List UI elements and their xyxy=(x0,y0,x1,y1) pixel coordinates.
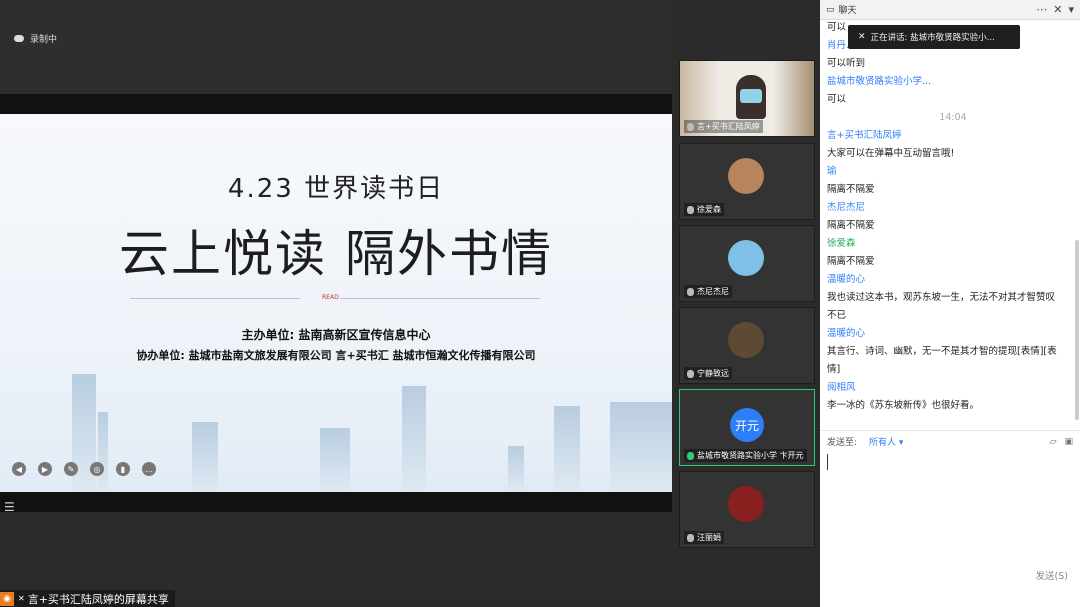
share-label-text: 言+买书汇陆凤婷的屏幕共享 xyxy=(27,592,169,606)
chevron-down-icon[interactable]: ▾ xyxy=(1068,3,1074,16)
mask-icon xyxy=(740,89,762,103)
camera-icon[interactable]: ▮ xyxy=(116,462,130,476)
divider-right xyxy=(340,298,540,299)
chat-message-text: 隔离不隔爱 xyxy=(827,220,875,231)
participant-name: 徐爱森 xyxy=(684,203,724,216)
recording-indicator[interactable]: 录制中 xyxy=(14,32,57,45)
text-caret xyxy=(827,454,828,470)
divider-left xyxy=(130,298,300,299)
chat-message-text: 隔离不隔爱 xyxy=(827,256,875,267)
recording-label: 录制中 xyxy=(30,35,58,45)
chat-message-text: 李一冰的《苏东坡新传》也很好看。 xyxy=(827,400,980,411)
chat-message-text: 其言行、诗词、幽默，无一不是其才智的提现[表情][表 xyxy=(827,346,1057,357)
chat-sender[interactable]: 温暖的心 xyxy=(827,271,1079,289)
participant-tile[interactable]: 杰尼杰尼 xyxy=(679,225,815,302)
chat-header: ▭ 聊天 ⋯ ✕ ▾ xyxy=(820,0,1080,20)
list-icon[interactable]: ☰ xyxy=(4,500,22,516)
letterbox-bottom xyxy=(0,492,672,512)
mic-icon: ✕ xyxy=(858,32,866,42)
screen-share-label: ◉ ✕ 言+买书汇陆凤婷的屏幕共享 xyxy=(0,590,175,607)
slide-title: 云上悦读 隔外书情 xyxy=(119,225,553,283)
slide-date: 4.23 世界读书日 xyxy=(227,174,445,204)
send-to-bar: 发送至: 所有人 ▾ ▱ ▣ xyxy=(820,430,1080,452)
shared-slide: 4.23 世界读书日 云上悦读 隔外书情 READ 主办单位: 盐南高新区宣传信… xyxy=(0,114,672,492)
send-to-label: 发送至: xyxy=(827,438,858,448)
chat-message-text: 可以 xyxy=(827,94,847,105)
more-icon[interactable]: ⋯ xyxy=(1036,3,1047,16)
letterbox-top xyxy=(0,94,672,114)
folder-icon[interactable]: ▱ xyxy=(1050,437,1057,447)
slide-host: 主办单位: 盐南高新区宣传信息中心 xyxy=(241,328,431,342)
close-icon[interactable]: ✕ xyxy=(1053,3,1062,16)
screenshot-icon[interactable]: ▣ xyxy=(1064,437,1073,447)
user-icon: ◉ xyxy=(0,591,14,606)
chat-sender[interactable]: 阅相风 xyxy=(827,379,1079,397)
mic-icon xyxy=(687,287,694,296)
chat-input[interactable]: 发送(S) xyxy=(820,452,1080,586)
chat-sender[interactable]: 温暖的心 xyxy=(827,325,1079,343)
participant-tile[interactable]: 汪丽娟 xyxy=(679,471,815,548)
participant-tile[interactable]: 言+买书汇陆凤婷 xyxy=(679,60,815,137)
avatar: 开元 xyxy=(730,408,764,442)
top-bar: 录制中 xyxy=(0,0,672,94)
main-share-area: 录制中 4.23 世界读书日 云上悦读 隔外书情 READ 主办单位: 盐南高新… xyxy=(0,0,672,607)
chat-sender[interactable]: 徐爱森 xyxy=(827,235,1079,253)
next-icon[interactable]: ▶ xyxy=(38,462,52,476)
participant-tile[interactable]: 徐爱森 xyxy=(679,143,815,220)
participant-tile[interactable]: 宁静致远 xyxy=(679,307,815,384)
avatar xyxy=(728,322,764,358)
chat-message-text: 可以听到 xyxy=(827,58,866,69)
chat-timestamp: 14:04 xyxy=(939,112,967,123)
chat-message-text: 隔离不隔爱 xyxy=(827,184,875,195)
mic-icon xyxy=(687,205,694,214)
mic-muted-icon: ✕ xyxy=(18,594,25,603)
chat-message-text: 我也读过这本书，观苏东坡一生，无法不对其才智赞叹 xyxy=(827,292,1056,303)
slide-cohost: 协办单位: 盐城市盐南文旅发展有限公司 言+买书汇 盐城市恒瀚文化传播有限公司 xyxy=(136,349,536,362)
mic-active-icon xyxy=(687,451,694,460)
chat-title: 聊天 xyxy=(838,6,857,16)
participant-name: 杰尼杰尼 xyxy=(684,285,732,298)
chat-icon: ▭ xyxy=(826,4,835,15)
participant-name: 汪丽娟 xyxy=(684,531,724,544)
prev-icon[interactable]: ◀ xyxy=(12,462,26,476)
participant-name: 言+买书汇陆凤婷 xyxy=(684,120,763,133)
chat-sender[interactable]: 瑜 xyxy=(827,163,1079,181)
chat-message-text: 大家可以在弹幕中互动留言哦! xyxy=(827,148,955,159)
participant-sidebar: 言+买书汇陆凤婷 徐爱森 杰尼杰尼 宁静致远 开元 盐城市敬贤路实验小学 卞开元… xyxy=(672,0,820,607)
mic-icon xyxy=(687,122,694,131)
mic-icon xyxy=(687,533,694,542)
slide-controls: ◀ ▶ ✎ ◎ ▮ … xyxy=(12,462,156,476)
slide-read-label: READ xyxy=(322,294,339,301)
mic-icon xyxy=(687,369,694,378)
cloud-record-icon xyxy=(14,35,24,42)
speaking-tooltip: ✕ 正在讲话: 盐城市敬贤路实验小... xyxy=(848,25,1020,49)
avatar xyxy=(728,240,764,276)
speaking-text: 正在讲话: 盐城市敬贤路实验小... xyxy=(870,33,995,43)
participant-name: 宁静致远 xyxy=(684,367,732,380)
chat-message-text: 情] xyxy=(827,364,841,375)
more-icon[interactable]: … xyxy=(142,462,156,476)
chat-sender[interactable]: 盐城市敬贤路实验小学... xyxy=(827,73,1079,91)
chat-scrollbar[interactable] xyxy=(1075,240,1079,420)
avatar xyxy=(728,486,764,522)
focus-icon[interactable]: ◎ xyxy=(90,462,104,476)
chat-sender[interactable]: 杰尼杰尼 xyxy=(827,199,1079,217)
avatar xyxy=(728,158,764,194)
chat-messages: 可以 肖丹... 可以听到 盐城市敬贤路实验小学... 可以 14:04 言+买书汇陆凤婷大… xyxy=(820,19,1079,429)
participant-tile-active[interactable]: 开元 盐城市敬贤路实验小学 卞开元 xyxy=(679,389,815,466)
participant-name: 盐城市敬贤路实验小学 卞开元 xyxy=(684,449,807,462)
chat-sender[interactable]: 言+买书汇陆凤婷 xyxy=(827,127,1079,145)
chat-message-text: 不已 xyxy=(827,310,847,321)
send-to-select[interactable]: 所有人 ▾ xyxy=(869,435,903,448)
pen-icon[interactable]: ✎ xyxy=(64,462,78,476)
send-button[interactable]: 发送(S) xyxy=(1036,568,1068,582)
chat-panel: ▭ 聊天 ⋯ ✕ ▾ 可以 肖丹... 可以听到 盐城市敬贤路实验小学... 可以 14:… xyxy=(820,0,1080,607)
